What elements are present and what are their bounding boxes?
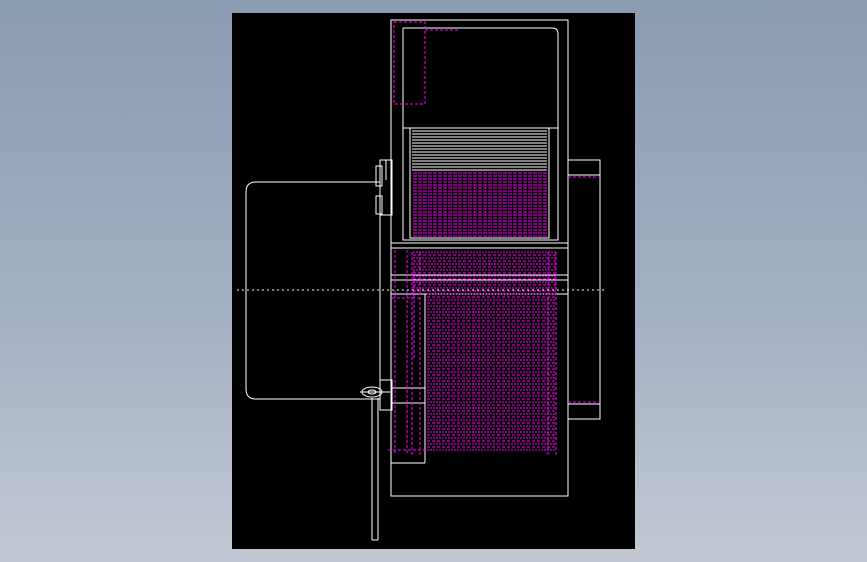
mount-flange	[375, 159, 393, 411]
cad-drawing	[237, 19, 605, 541]
blower-wheel-hidden-lines	[411, 139, 557, 455]
blower-wheel-blades	[412, 130, 547, 171]
